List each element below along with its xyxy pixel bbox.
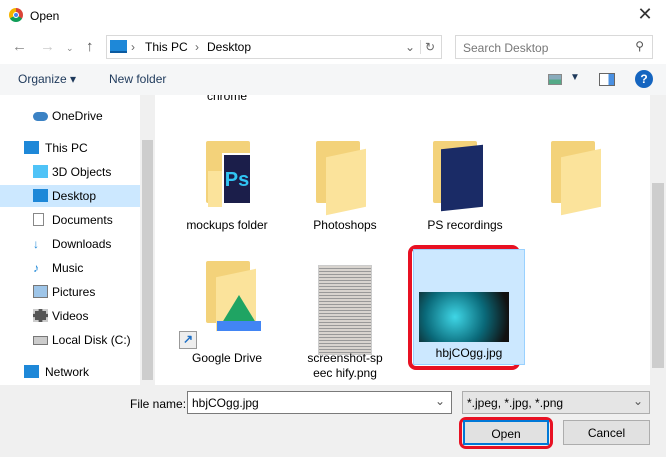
sidebar-item-network[interactable]: Network	[0, 361, 140, 383]
sidebar-item-pictures[interactable]: Pictures	[0, 281, 140, 303]
file-label: chrome	[206, 95, 247, 103]
back-button[interactable]: ←	[12, 38, 27, 55]
folder-icon	[551, 141, 611, 216]
image-thumbnail	[318, 265, 372, 355]
view-icon[interactable]	[548, 74, 562, 85]
file-type-select[interactable]: *.jpeg, *.jpg, *.png ⌄	[462, 391, 650, 414]
videos-icon	[33, 309, 48, 322]
title-bar: Open ✕	[0, 0, 666, 32]
sidebar-item-onedrive[interactable]: OneDrive	[0, 105, 140, 127]
sidebar-item-3d-objects[interactable]: 3D Objects	[0, 161, 140, 183]
breadcrumb-this-pc[interactable]: This PC	[145, 40, 188, 54]
new-folder-button[interactable]: New folder	[109, 72, 166, 86]
file-label: hbjCOgg.jpg	[435, 346, 503, 360]
recent-dropdown[interactable]: ⌄	[66, 43, 74, 54]
file-list: chrome Ps mockups folder Photoshops PS r…	[160, 95, 650, 385]
pc-icon	[110, 40, 127, 53]
preview-pane-icon[interactable]	[599, 73, 615, 86]
file-label: Photoshops	[313, 218, 377, 232]
sidebar-item-local-disk[interactable]: Local Disk (C:)	[0, 329, 140, 351]
chrome-icon	[9, 8, 23, 22]
forward-button[interactable]: →	[40, 38, 55, 55]
sidebar-item-label: Documents	[52, 213, 113, 227]
sidebar-item-label: OneDrive	[52, 109, 103, 123]
folder-icon: Ps	[206, 141, 266, 211]
disk-icon	[33, 336, 48, 345]
window-title: Open	[30, 9, 60, 23]
folder-icon	[316, 141, 376, 216]
desktop-icon	[33, 189, 48, 202]
help-icon[interactable]: ?	[635, 70, 653, 88]
file-list-scrollbar[interactable]	[650, 95, 666, 385]
chevron-down-icon[interactable]: ⌄	[405, 40, 415, 54]
sidebar-item-label: Pictures	[52, 285, 96, 299]
pictures-icon	[33, 285, 48, 298]
view-dropdown[interactable]: ▼	[570, 72, 580, 83]
cloud-icon	[33, 112, 48, 121]
sidebar-item-label: Desktop	[52, 189, 97, 203]
file-name-value: hbjCOgg.jpg	[192, 396, 259, 410]
document-icon	[33, 213, 44, 226]
cube-icon	[33, 165, 48, 178]
sidebar-scrollbar[interactable]	[140, 95, 155, 385]
search-icon: ⚲	[635, 39, 644, 53]
file-type-value: *.jpeg, *.jpg, *.png	[467, 396, 564, 410]
search-input[interactable]: Search Desktop ⚲	[455, 35, 653, 59]
search-placeholder: Search Desktop	[463, 41, 549, 55]
network-icon	[24, 365, 39, 378]
sidebar-item-videos[interactable]: Videos	[0, 305, 140, 327]
organize-label: Organize	[18, 72, 67, 86]
breadcrumb-desktop[interactable]: Desktop	[207, 40, 251, 54]
sidebar-item-this-pc[interactable]: This PC	[0, 137, 140, 159]
organize-button[interactable]: Organize ▾	[18, 72, 76, 86]
folder-icon	[433, 141, 493, 212]
image-thumbnail	[419, 292, 509, 342]
sidebar-item-label: Local Disk (C:)	[52, 333, 131, 347]
sidebar-item-label: This PC	[45, 141, 88, 155]
file-label: Google Drive	[191, 351, 263, 365]
sidebar-item-label: Network	[45, 365, 90, 379]
sidebar-item-label: Downloads	[52, 237, 112, 251]
file-label: mockups folder	[186, 218, 268, 232]
chevron-down-icon: ⌄	[632, 394, 643, 408]
sidebar-item-music[interactable]: ♪ Music	[0, 257, 140, 279]
open-button[interactable]: Open	[463, 420, 549, 445]
cancel-button[interactable]: Cancel	[563, 420, 650, 445]
toolbar: Organize ▾ New folder ▼ ?	[0, 64, 666, 95]
refresh-button[interactable]: ↻	[420, 40, 435, 54]
navigation-pane: OneDrive This PC 3D Objects Desktop Docu…	[0, 95, 155, 385]
sidebar-item-label: Music	[52, 261, 84, 275]
music-icon: ♪	[33, 261, 39, 275]
file-item-hbjcogg-jpg[interactable]: hbjCOgg.jpg	[413, 249, 525, 365]
download-icon: ↓	[33, 237, 39, 251]
sidebar-item-documents[interactable]: Documents	[0, 209, 140, 231]
chevron-down-icon[interactable]: ⌄	[435, 394, 445, 408]
sidebar-item-downloads[interactable]: ↓ Downloads	[0, 233, 140, 255]
sidebar-item-label: Videos	[52, 309, 89, 323]
address-bar[interactable]: › This PC › Desktop ⌄ ↻	[106, 35, 442, 59]
close-button[interactable]: ✕	[630, 4, 660, 28]
sidebar-item-label: 3D Objects	[52, 165, 112, 179]
up-button[interactable]: ↑	[86, 38, 94, 55]
partial-item-label[interactable]: chrome	[171, 95, 283, 103]
shortcut-icon: ↗	[179, 331, 197, 349]
file-label: screenshot-speec hify.png	[307, 351, 383, 380]
bottom-panel: File name: hbjCOgg.jpg ⌄ *.jpeg, *.jpg, *…	[0, 385, 666, 457]
sidebar-item-desktop[interactable]: Desktop	[0, 185, 140, 207]
file-name-label: File name:	[130, 397, 187, 411]
computer-icon	[24, 141, 39, 154]
file-name-input[interactable]: hbjCOgg.jpg ⌄	[187, 391, 452, 414]
file-label: PS recordings	[427, 218, 503, 232]
